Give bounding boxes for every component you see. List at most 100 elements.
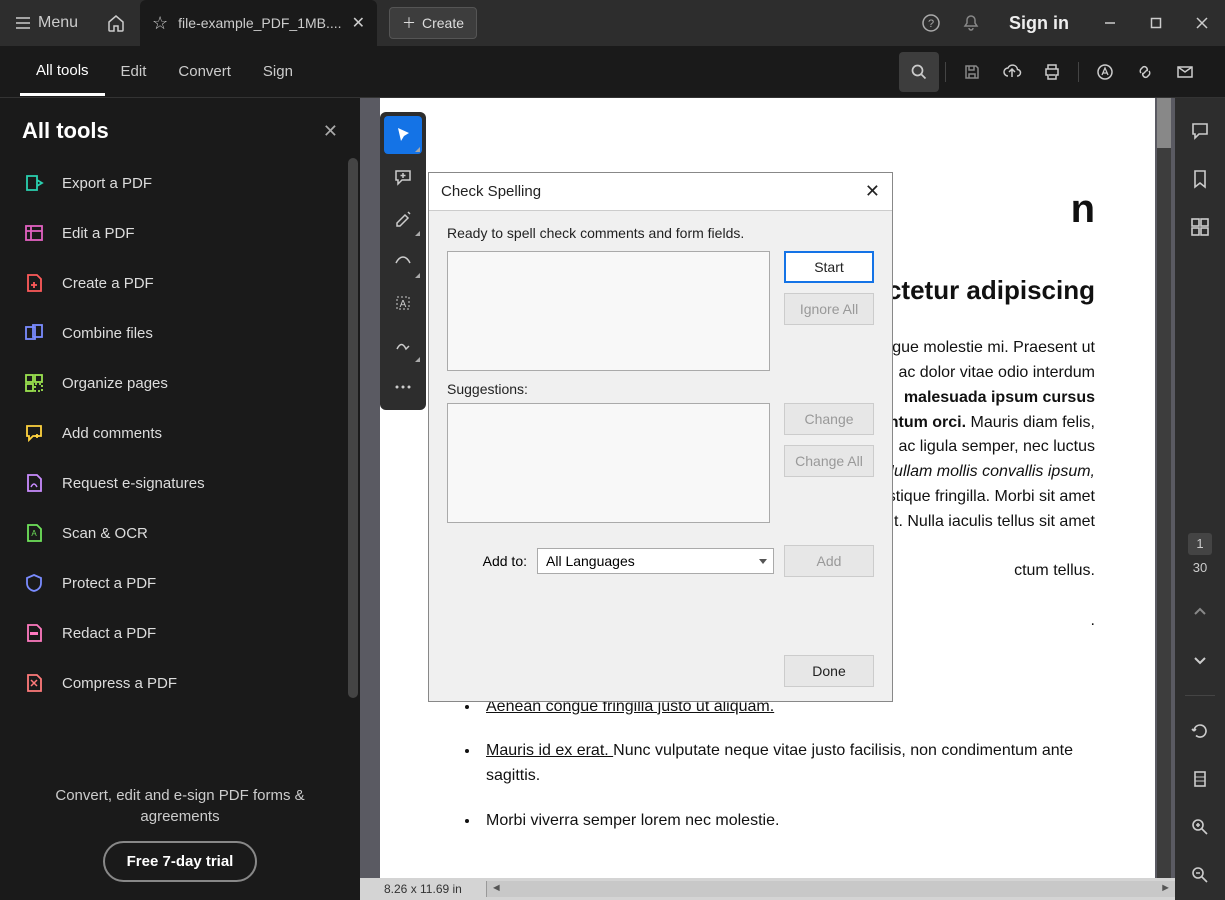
addto-select[interactable]: All Languages — [537, 548, 774, 574]
trial-button[interactable]: Free 7-day trial — [103, 841, 258, 882]
tab-sign[interactable]: Sign — [247, 49, 309, 94]
sidebar-item-redact[interactable]: Redact a PDF — [8, 608, 352, 658]
dialog-word-box[interactable] — [447, 251, 770, 371]
sign-tool[interactable] — [384, 326, 422, 364]
done-button[interactable]: Done — [784, 655, 874, 687]
tab-convert[interactable]: Convert — [162, 49, 247, 94]
home-button[interactable] — [92, 0, 140, 46]
draw-tool[interactable] — [384, 242, 422, 280]
ignore-all-button[interactable]: Ignore All — [784, 293, 874, 325]
email-button[interactable] — [1165, 52, 1205, 92]
dialog-close-button[interactable]: ✕ — [865, 181, 880, 202]
link-icon — [1135, 62, 1155, 82]
thumbnails-button[interactable] — [1187, 214, 1213, 240]
edit-icon — [22, 221, 46, 245]
selection-tool[interactable] — [384, 116, 422, 154]
text-select-icon: A — [393, 293, 413, 313]
page-display-button[interactable] — [1187, 766, 1213, 792]
sidebar-item-label: Combine files — [62, 325, 153, 342]
window-maximize[interactable] — [1133, 0, 1179, 46]
save-icon — [963, 63, 981, 81]
speech-icon — [1189, 120, 1211, 142]
window-minimize[interactable] — [1087, 0, 1133, 46]
zoom-out-button[interactable] — [1187, 862, 1213, 888]
list-item: Morbi viverra semper lorem nec molestie. — [480, 809, 1095, 834]
window-close[interactable] — [1179, 0, 1225, 46]
current-page[interactable]: 1 — [1188, 533, 1211, 555]
close-icon — [1196, 17, 1208, 29]
sidebar-item-create[interactable]: Create a PDF — [8, 258, 352, 308]
dialog-message: Ready to spell check comments and form f… — [447, 225, 874, 241]
sidebar-list: ▲ Export a PDF Edit a PDF Create a PDF C… — [0, 158, 360, 767]
sidebar-footer: Convert, edit and e-sign PDF forms & agr… — [0, 767, 360, 900]
doc-scroll-thumb[interactable] — [1157, 98, 1171, 148]
sidebar-item-combine[interactable]: Combine files — [8, 308, 352, 358]
suggestions-box[interactable] — [447, 403, 770, 523]
menu-button[interactable]: Menu — [0, 0, 92, 46]
highlighter-icon — [393, 209, 413, 229]
sidebar-item-export[interactable]: Export a PDF — [8, 158, 352, 208]
zoom-in-button[interactable] — [1187, 814, 1213, 840]
sidebar: All tools ✕ ▲ Export a PDF Edit a PDF Cr… — [0, 98, 360, 900]
sidebar-item-compress[interactable]: Compress a PDF — [8, 658, 352, 708]
compress-icon — [22, 671, 46, 695]
tab-all-tools[interactable]: All tools — [20, 48, 105, 96]
notifications-button[interactable] — [951, 0, 991, 46]
page-up-button[interactable] — [1187, 599, 1213, 625]
minimize-icon — [1104, 17, 1116, 29]
dialog-titlebar[interactable]: Check Spelling ✕ — [429, 173, 892, 211]
more-tools[interactable] — [384, 368, 422, 406]
comment-tool[interactable] — [384, 158, 422, 196]
sidebar-item-edit[interactable]: Edit a PDF — [8, 208, 352, 258]
search-button[interactable] — [899, 52, 939, 92]
ai-button[interactable] — [1085, 52, 1125, 92]
change-all-button[interactable]: Change All — [784, 445, 874, 477]
document-tab[interactable]: ☆ file-example_PDF_1MB.... ✕ — [140, 0, 377, 46]
doc-vertical-scrollbar[interactable] — [1157, 98, 1171, 878]
bookmarks-button[interactable] — [1187, 166, 1213, 192]
sidebar-item-label: Add comments — [62, 425, 162, 442]
menu-label: Menu — [38, 14, 78, 32]
sidebar-item-protect[interactable]: Protect a PDF — [8, 558, 352, 608]
page-down-button[interactable] — [1187, 647, 1213, 673]
cloud-upload-icon — [1002, 62, 1022, 82]
create-label: Create — [422, 15, 464, 31]
highlight-tool[interactable] — [384, 200, 422, 238]
draw-icon — [393, 251, 413, 271]
comments-panel-button[interactable] — [1187, 118, 1213, 144]
cloud-upload-button[interactable] — [992, 52, 1032, 92]
page-indicator: 1 30 — [1188, 533, 1211, 577]
svg-text:A: A — [31, 529, 37, 538]
sidebar-close-button[interactable]: ✕ — [323, 121, 338, 142]
tab-edit[interactable]: Edit — [105, 49, 163, 94]
save-button[interactable] — [952, 52, 992, 92]
help-icon: ? — [921, 13, 941, 33]
horizontal-scrollbar[interactable] — [486, 881, 1175, 897]
sidebar-item-organize[interactable]: Organize pages — [8, 358, 352, 408]
change-button[interactable]: Change — [784, 403, 874, 435]
sidebar-scrollbar-thumb[interactable] — [348, 158, 358, 698]
start-button[interactable]: Start — [784, 251, 874, 283]
signin-button[interactable]: Sign in — [991, 13, 1087, 34]
create-button[interactable]: ＋ Create — [389, 7, 477, 39]
chevron-down-icon — [1192, 652, 1208, 668]
sidebar-item-label: Compress a PDF — [62, 675, 177, 692]
help-button[interactable]: ? — [911, 0, 951, 46]
textselect-tool[interactable]: A — [384, 284, 422, 322]
comment-add-icon — [393, 167, 413, 187]
sidebar-item-label: Redact a PDF — [62, 625, 156, 642]
ai-icon — [1095, 62, 1115, 82]
print-button[interactable] — [1032, 52, 1072, 92]
add-button[interactable]: Add — [784, 545, 874, 577]
sidebar-item-comments[interactable]: Add comments — [8, 408, 352, 458]
rotate-button[interactable] — [1187, 718, 1213, 744]
sidebar-item-scan[interactable]: A Scan & OCR — [8, 508, 352, 558]
tab-close-button[interactable]: ✕ — [352, 13, 365, 33]
sidebar-item-esign[interactable]: Request e-signatures — [8, 458, 352, 508]
sidebar-item-label: Create a PDF — [62, 275, 154, 292]
more-icon — [393, 384, 413, 390]
sidebar-item-label: Scan & OCR — [62, 525, 148, 542]
total-pages: 30 — [1193, 560, 1207, 575]
maximize-icon — [1150, 17, 1162, 29]
link-button[interactable] — [1125, 52, 1165, 92]
